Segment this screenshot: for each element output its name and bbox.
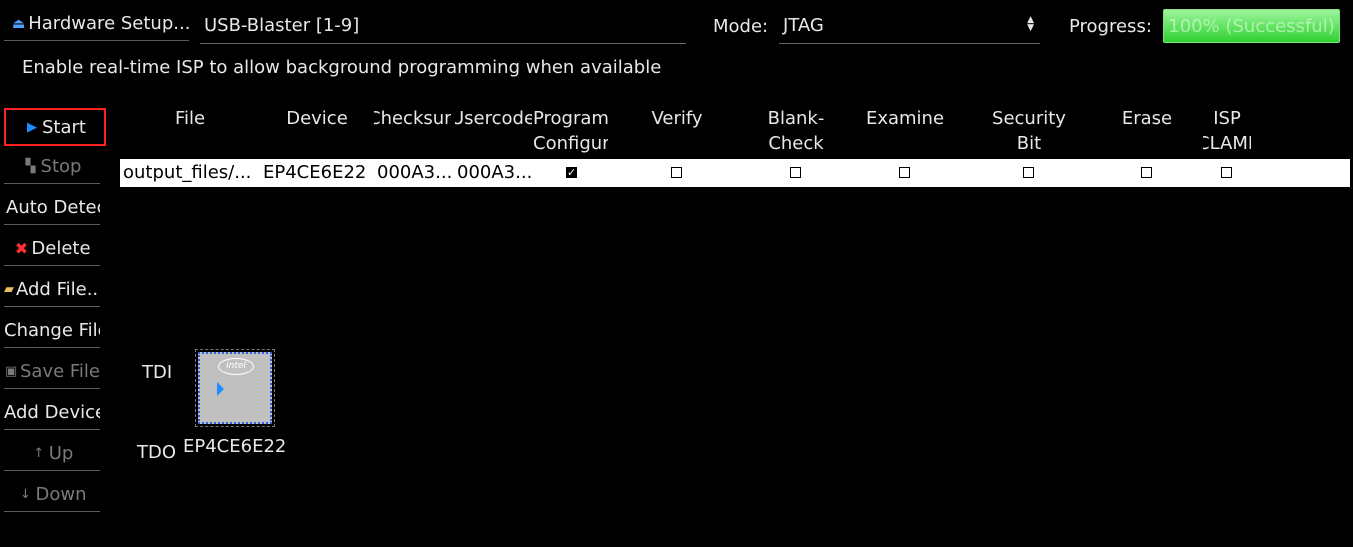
down-button[interactable]: ↓ Down bbox=[4, 478, 100, 512]
intel-logo-text: intel bbox=[226, 361, 246, 371]
save-icon: ▣ bbox=[4, 364, 18, 379]
mode-label: Mode: bbox=[713, 16, 769, 37]
tdo-label: TDO bbox=[137, 442, 177, 463]
start-icon: ▶ bbox=[27, 119, 37, 135]
table-row[interactable]: output_files/... EP4CE6E22 000A3... 000A… bbox=[120, 159, 1350, 187]
device-chip[interactable]: intel bbox=[195, 349, 275, 427]
header-erase[interactable]: Erase bbox=[1112, 106, 1182, 131]
header-file[interactable]: File bbox=[150, 106, 230, 131]
header-isp-clamp[interactable]: ISP CLAMP bbox=[1203, 106, 1251, 156]
delete-icon: ✖ bbox=[14, 239, 29, 258]
updown-icon: ▲ ▼ bbox=[1027, 15, 1034, 33]
header-blank-line2: Check bbox=[768, 133, 824, 154]
mode-value: JTAG bbox=[783, 14, 824, 36]
hardware-setup-label: Hardware Setup... bbox=[28, 13, 189, 34]
row-usercode: 000A3... bbox=[457, 162, 533, 183]
add-device-button[interactable]: Add Device bbox=[4, 396, 100, 430]
change-file-button[interactable]: Change File bbox=[4, 314, 100, 348]
progress-label: Progress: bbox=[1069, 16, 1152, 37]
save-file-button[interactable]: ▣ Save File bbox=[4, 355, 100, 389]
chip-arrow-icon bbox=[217, 382, 224, 396]
add-device-label: Add Device bbox=[4, 402, 100, 423]
blank-check-checkbox[interactable] bbox=[790, 167, 801, 178]
verify-checkbox[interactable] bbox=[671, 167, 682, 178]
security-bit-checkbox[interactable] bbox=[1023, 167, 1034, 178]
intel-logo-icon: intel bbox=[218, 358, 254, 375]
auto-detect-button[interactable]: Auto Detect bbox=[4, 191, 100, 225]
row-device: EP4CE6E22 bbox=[263, 162, 367, 183]
delete-label: Delete bbox=[31, 238, 91, 259]
isp-clamp-checkbox[interactable] bbox=[1221, 167, 1232, 178]
isp-option-label[interactable]: Enable real-time ISP to allow background… bbox=[22, 57, 661, 78]
header-security-line1: Security bbox=[992, 108, 1066, 129]
header-checksum[interactable]: Checksum bbox=[374, 106, 451, 131]
header-security-bit[interactable]: Security Bit bbox=[984, 106, 1074, 156]
up-label: Up bbox=[48, 443, 74, 464]
up-icon: ↑ bbox=[33, 446, 45, 461]
add-file-label: Add File... bbox=[16, 279, 100, 300]
progress-bar: 100% (Successful) bbox=[1163, 9, 1340, 43]
program-checkbox[interactable]: ✓ bbox=[566, 167, 577, 178]
header-usercode[interactable]: Usercode bbox=[455, 106, 532, 131]
header-program-line1: Program bbox=[533, 108, 608, 129]
start-label: Start bbox=[42, 116, 86, 138]
add-file-button[interactable]: ▰ Add File... bbox=[4, 273, 100, 307]
header-examine[interactable]: Examine bbox=[860, 106, 950, 131]
hardware-field[interactable]: USB-Blaster [1-9] bbox=[200, 7, 686, 44]
stop-icon: ▚ bbox=[25, 159, 36, 174]
progress-text: 100% (Successful) bbox=[1168, 15, 1335, 37]
header-blank-check[interactable]: Blank- Check bbox=[756, 106, 836, 156]
down-icon: ↓ bbox=[20, 487, 31, 502]
header-program[interactable]: Program Configure bbox=[533, 106, 608, 156]
folder-icon: ▰ bbox=[4, 282, 14, 297]
header-program-line2: Configure bbox=[533, 133, 608, 154]
mode-select[interactable]: JTAG ▲ ▼ bbox=[779, 7, 1040, 44]
header-isp-line1: ISP bbox=[1213, 108, 1241, 129]
tdi-label: TDI bbox=[142, 362, 173, 383]
erase-checkbox[interactable] bbox=[1141, 167, 1152, 178]
chip-body: intel bbox=[198, 352, 272, 424]
hardware-icon: ⏏ bbox=[12, 15, 26, 32]
save-file-label: Save File bbox=[19, 361, 100, 382]
change-file-label: Change File bbox=[4, 320, 100, 341]
stop-button[interactable]: ▚ Stop bbox=[4, 150, 100, 184]
hardware-value: USB-Blaster [1-9] bbox=[204, 14, 360, 36]
header-security-line2: Bit bbox=[1016, 133, 1042, 154]
examine-checkbox[interactable] bbox=[899, 167, 910, 178]
start-button[interactable]: ▶ Start bbox=[4, 108, 106, 146]
hardware-setup-button[interactable]: ⏏ Hardware Setup... bbox=[4, 7, 189, 41]
delete-button[interactable]: ✖ Delete bbox=[4, 232, 100, 266]
down-label: Down bbox=[35, 484, 87, 505]
device-name-label: EP4CE6E22 bbox=[183, 436, 287, 457]
header-verify[interactable]: Verify bbox=[637, 106, 717, 131]
header-device[interactable]: Device bbox=[272, 106, 362, 131]
up-button[interactable]: ↑ Up bbox=[4, 437, 100, 471]
header-isp-line2: CLAMP bbox=[1203, 133, 1251, 154]
stop-label: Stop bbox=[40, 156, 82, 177]
auto-detect-label: Auto Detect bbox=[6, 197, 100, 218]
row-file: output_files/... bbox=[123, 162, 252, 183]
header-blank-line1: Blank- bbox=[767, 108, 825, 129]
row-checksum: 000A3... bbox=[377, 162, 453, 183]
